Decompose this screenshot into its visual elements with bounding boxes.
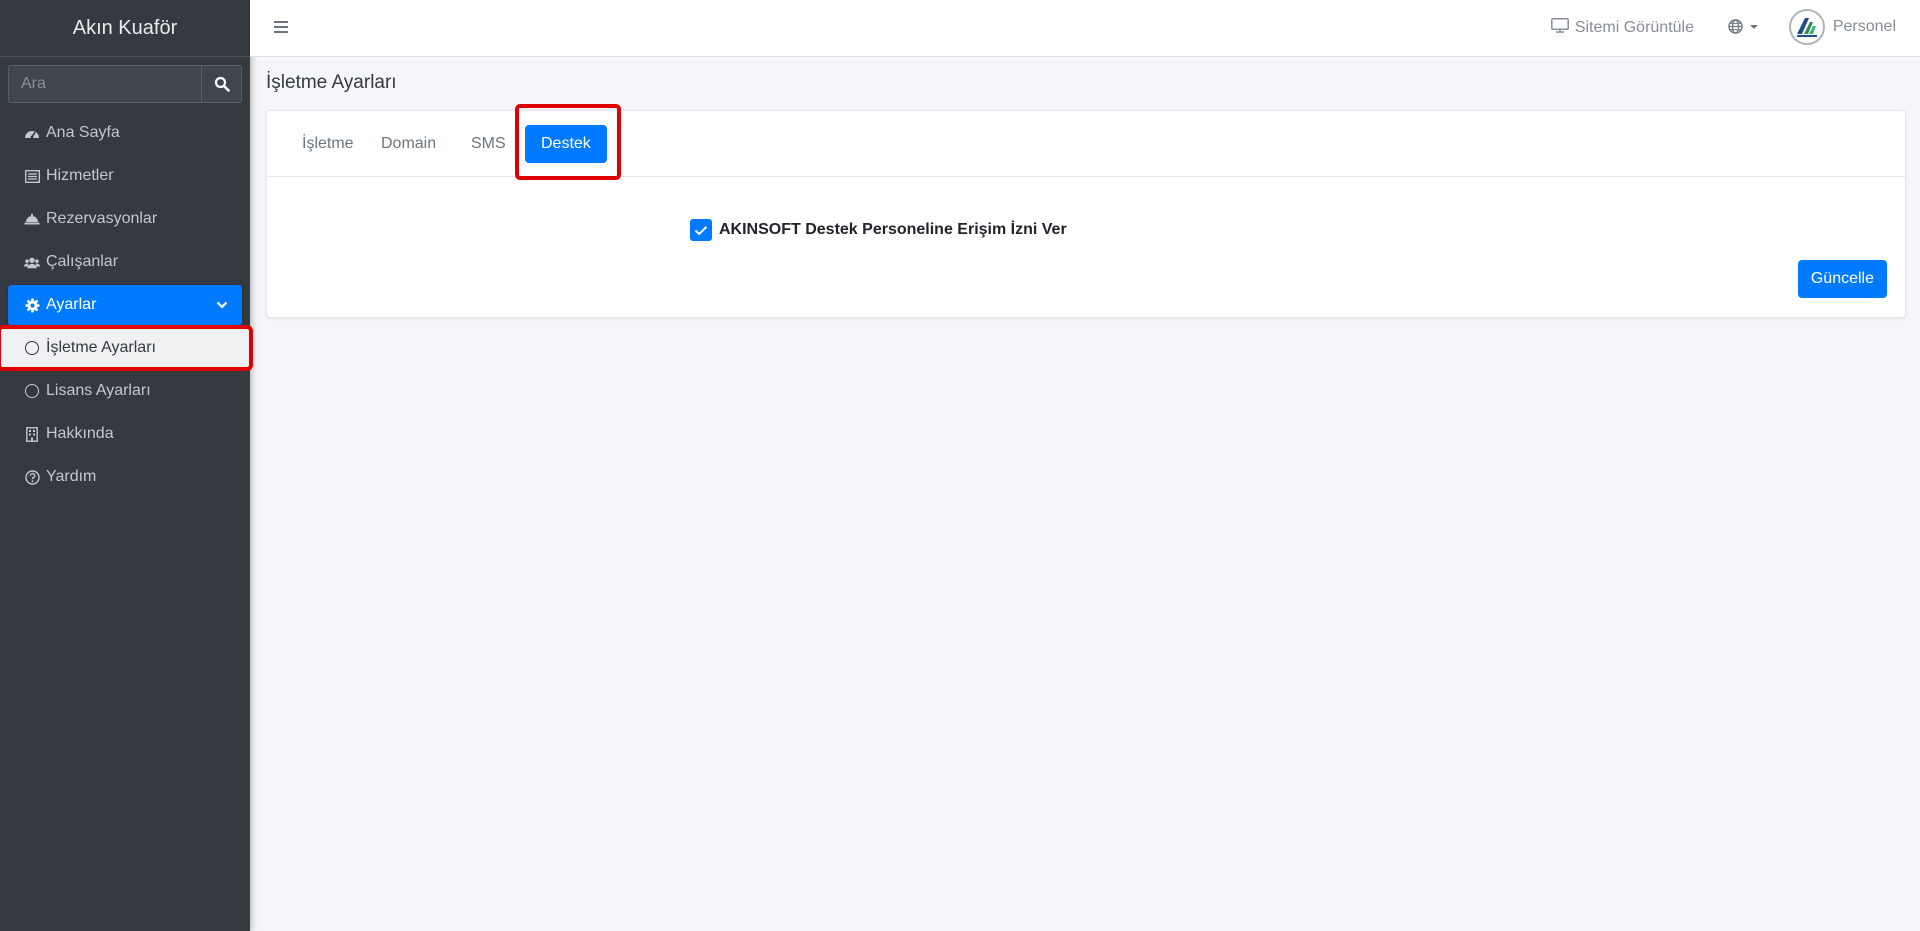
page-title: İşletme Ayarları: [266, 72, 397, 93]
sidebar-item-label: İşletme Ayarları: [46, 339, 156, 356]
tab-sms[interactable]: SMS: [455, 125, 522, 163]
sidebar-search: [8, 65, 242, 103]
chevron-down-icon: [216, 298, 228, 312]
akinsoft-logo-icon: [1796, 18, 1817, 37]
sidebar: Akın Kuaför Ana Sayfa Hizmetler Rezervas…: [0, 0, 253, 931]
user-menu[interactable]: Personel: [1788, 9, 1896, 45]
tab-domain[interactable]: Domain: [365, 125, 452, 163]
monitor-icon: [1550, 18, 1569, 38]
globe-icon: [1728, 19, 1743, 34]
sidebar-item-hizmetler[interactable]: Hizmetler: [8, 156, 242, 196]
tab-highlight-box: [515, 104, 621, 180]
sidebar-item-calisanlar[interactable]: Çalışanlar: [8, 242, 242, 282]
support-access-label[interactable]: AKINSOFT Destek Personeline Erişim İzni …: [719, 221, 1067, 239]
support-access-row: AKINSOFT Destek Personeline Erişim İzni …: [690, 219, 1067, 241]
search-button[interactable]: [201, 66, 241, 102]
bell-concierge-icon: [24, 211, 40, 227]
sidebar-item-label: Ana Sayfa: [46, 124, 120, 141]
view-site-link[interactable]: Sitemi Görüntüle: [1550, 18, 1694, 38]
search-icon: [214, 76, 230, 92]
top-navbar: Sitemi Görüntüle Personel: [250, 0, 1920, 57]
dashboard-icon: [24, 125, 40, 141]
sidebar-nav: Ana Sayfa Hizmetler Rezervasyonlar Çalış…: [0, 113, 253, 497]
search-input[interactable]: [9, 66, 201, 102]
question-circle-icon: [24, 469, 40, 485]
sidebar-item-label: Rezervasyonlar: [46, 210, 158, 227]
sidebar-item-label: Ayarlar: [46, 296, 97, 313]
hamburger-menu-icon[interactable]: [274, 21, 288, 35]
sidebar-item-ayarlar[interactable]: Ayarlar: [8, 285, 242, 325]
user-name: Personel: [1832, 18, 1896, 35]
view-site-label: Sitemi Görüntüle: [1574, 19, 1694, 36]
sidebar-item-label: Yardım: [46, 468, 97, 485]
building-icon: [24, 426, 40, 442]
users-icon: [24, 254, 40, 270]
checkmark-icon: [694, 225, 708, 235]
user-avatar: [1788, 9, 1825, 45]
sidebar-item-ana-sayfa[interactable]: Ana Sayfa: [8, 113, 242, 153]
circle-icon: [24, 383, 40, 399]
sidebar-item-rezervasyonlar[interactable]: Rezervasyonlar: [8, 199, 242, 239]
sidebar-item-label: Hizmetler: [46, 167, 114, 184]
gear-icon: [24, 297, 40, 313]
sidebar-item-label: Hakkında: [46, 425, 114, 442]
tab-isletme[interactable]: İşletme: [286, 125, 370, 163]
tabs-bar: İşletme Domain SMS Destek: [267, 104, 1905, 180]
circle-icon: [24, 340, 40, 356]
brand-title[interactable]: Akın Kuaför: [0, 0, 250, 57]
sidebar-item-lisans-ayarlari[interactable]: Lisans Ayarları: [8, 371, 242, 411]
language-dropdown[interactable]: [1728, 19, 1760, 34]
sidebar-item-yardim[interactable]: Yardım: [8, 457, 242, 497]
update-button[interactable]: Güncelle: [1797, 260, 1887, 298]
caret-down-icon: [1750, 24, 1758, 29]
list-icon: [24, 168, 40, 184]
sidebar-item-isletme-ayarlari[interactable]: İşletme Ayarları: [0, 325, 253, 371]
support-access-checkbox[interactable]: [690, 219, 712, 241]
sidebar-item-label: Lisans Ayarları: [46, 382, 151, 399]
settings-card: İşletme Domain SMS Destek AKINSOFT Deste…: [266, 104, 1906, 318]
sidebar-item-hakkinda[interactable]: Hakkında: [8, 414, 242, 454]
sidebar-item-label: Çalışanlar: [46, 253, 119, 270]
